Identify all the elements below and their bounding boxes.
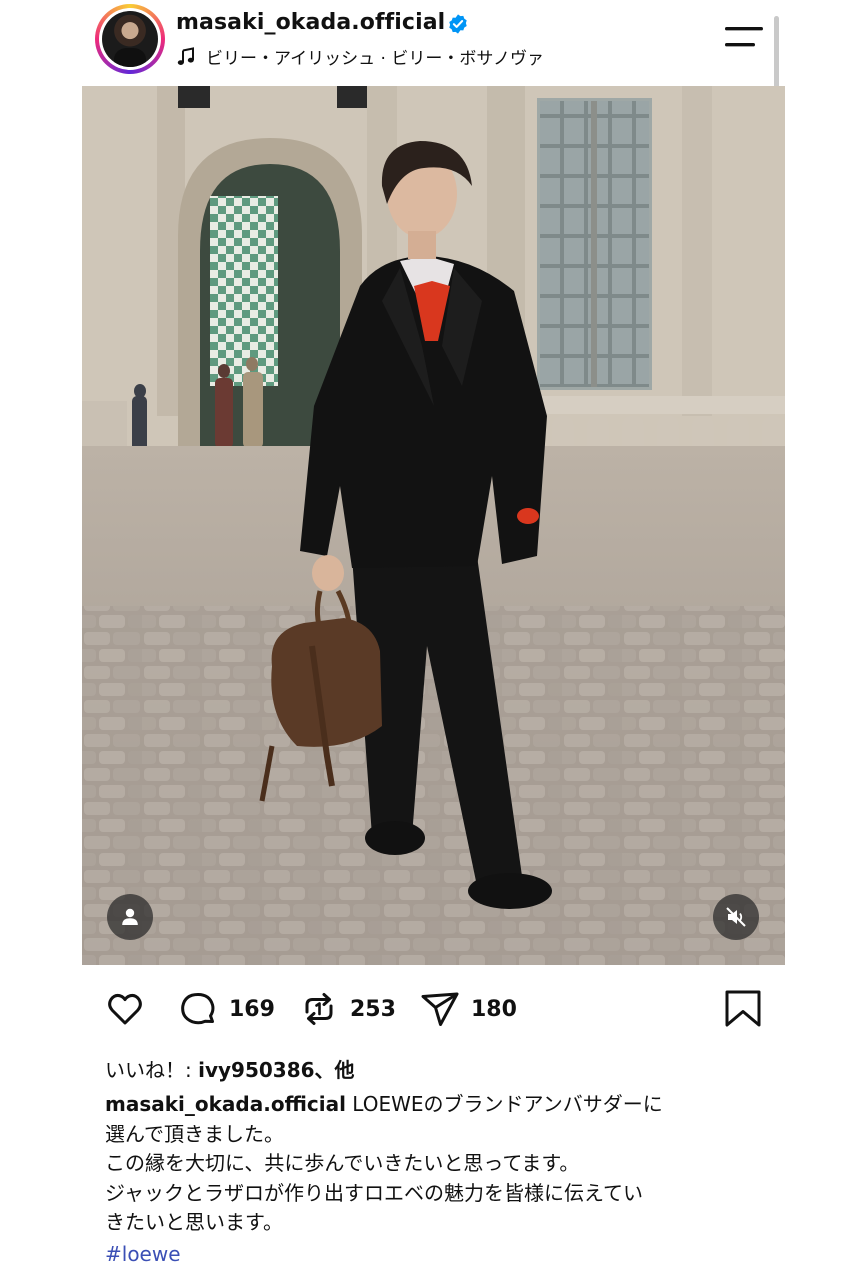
repost-button[interactable]: 253 xyxy=(298,988,396,1030)
like-button[interactable] xyxy=(104,988,146,1030)
person-tag-icon xyxy=(122,908,138,925)
music-attribution[interactable]: ビリー・アイリッシュ · ビリー・ボサノヴァ xyxy=(176,44,544,69)
verified-badge-icon xyxy=(449,14,467,34)
caption-username[interactable]: masaki_okada.official xyxy=(105,1092,346,1116)
tagged-people-button[interactable] xyxy=(107,894,153,940)
comment-button[interactable]: 169 xyxy=(177,988,275,1030)
caption-hashtag[interactable]: #loewe xyxy=(105,1242,181,1266)
paper-plane-icon xyxy=(421,992,459,1026)
speaker-muted-icon xyxy=(726,907,746,927)
caption-line-1: LOEWEのブランドアンバサダーに xyxy=(345,1092,663,1116)
liked-by-suffix: 、他 xyxy=(314,1058,355,1082)
reposts-count: 253 xyxy=(350,996,396,1022)
liked-by-prefix: いいね！: xyxy=(105,1058,199,1082)
liked-by-line[interactable]: いいね！: ivy950386、他 xyxy=(105,1054,355,1083)
avatar[interactable] xyxy=(102,11,158,67)
liked-by-user[interactable]: ivy950386 xyxy=(198,1058,314,1082)
caption-line-2: 選んで頂きました。 xyxy=(105,1121,284,1146)
caption-line-5: きたいと思います。 xyxy=(105,1210,283,1234)
avatar-story-ring[interactable] xyxy=(95,4,165,74)
mute-button[interactable] xyxy=(713,894,759,940)
hamburger-menu-icon[interactable] xyxy=(725,26,763,48)
heart-icon xyxy=(108,993,142,1025)
post-photo[interactable] xyxy=(82,86,785,965)
post-photo-illustration xyxy=(82,86,785,965)
caption-line-3: この縁を大切に、共に歩んでいきたいと思ってます。 xyxy=(105,1151,580,1175)
caption-line-4: ジャックとラザロが作り出すロエベの魅力を皆様に伝えてい xyxy=(105,1180,643,1205)
save-button[interactable] xyxy=(722,988,764,1030)
shares-count: 180 xyxy=(471,996,517,1022)
music-title: ビリー・アイリッシュ · ビリー・ボサノヴァ xyxy=(206,49,545,69)
post-caption: masaki_okada.official LOEWEのブランドアンバサダーに … xyxy=(105,1090,765,1238)
post-username[interactable]: masaki_okada.official xyxy=(176,10,445,35)
post-action-bar: 169 253 180 xyxy=(0,980,867,1040)
repost-icon xyxy=(305,993,333,1025)
comments-count: 169 xyxy=(229,996,275,1022)
bookmark-icon xyxy=(725,990,761,1027)
share-button[interactable]: 180 xyxy=(419,988,517,1030)
post-header: masaki_okada.official ビリー・アイリッシュ · ビリー・ボ… xyxy=(0,0,867,156)
music-note-icon xyxy=(177,46,194,65)
comment-bubble-icon xyxy=(181,993,215,1025)
